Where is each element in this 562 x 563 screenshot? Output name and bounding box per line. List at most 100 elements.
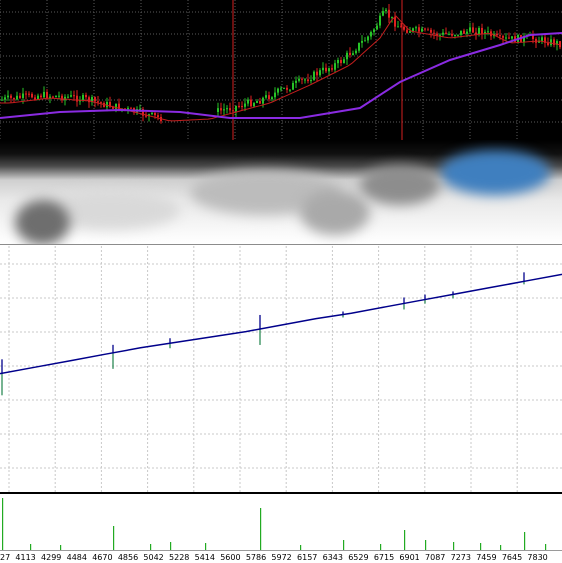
candle-body [43, 91, 45, 98]
candle-body [541, 37, 543, 42]
candle-body [58, 95, 60, 97]
candle-body [502, 36, 504, 38]
candle-body [37, 95, 39, 100]
candle-body [292, 82, 294, 90]
moving-average-slow [0, 32, 562, 119]
x-axis-tick-label: 7273 [450, 553, 471, 562]
candle-body [52, 96, 54, 98]
volume-chart-panel[interactable] [0, 494, 562, 550]
smudge-blob [300, 190, 370, 235]
candle-body [334, 63, 336, 70]
candle-body [289, 89, 291, 91]
candle-body [34, 97, 36, 100]
candle-body [496, 33, 498, 36]
candle-body [25, 93, 27, 95]
candle-body [130, 107, 132, 109]
candle-body [370, 31, 372, 37]
candle-body [430, 29, 432, 33]
candle-body [478, 27, 480, 35]
candle-body [253, 103, 255, 107]
x-axis-tick-label: 5228 [169, 553, 190, 562]
price-chart-panel[interactable] [0, 0, 562, 140]
candle-body [505, 37, 507, 39]
candle-body [145, 115, 147, 117]
candle-body [328, 68, 330, 72]
candle-body [364, 40, 366, 42]
smudge-blob [440, 150, 550, 195]
candle-body [244, 103, 246, 107]
candle-body [487, 31, 489, 33]
candle-body [355, 50, 357, 54]
candle-body [409, 31, 411, 33]
candle-body [73, 95, 75, 97]
volume-bar [524, 532, 526, 550]
candle-body [61, 95, 63, 101]
candle-body [367, 36, 369, 41]
candle-body [307, 79, 309, 82]
candle-body [550, 39, 552, 46]
candle-body [301, 78, 303, 80]
x-axis-tick-label: 5600 [220, 553, 241, 562]
candle-body [511, 36, 513, 39]
candle-body [28, 93, 30, 95]
candle-body [10, 95, 12, 98]
candle-body [337, 59, 339, 64]
candle-body [238, 105, 240, 107]
candle-body [262, 97, 264, 104]
x-axis-tick-label: 6529 [348, 553, 369, 562]
candle-body [19, 95, 21, 98]
candle-body [466, 31, 468, 34]
candle-body [442, 32, 444, 35]
smudge-blob [360, 165, 440, 205]
equity-chart-panel[interactable] [0, 246, 562, 492]
candle-body [499, 35, 501, 37]
candle-body [265, 95, 267, 98]
candle-body [22, 93, 24, 98]
candle-body [256, 101, 258, 104]
candle-body [391, 16, 393, 18]
candle-body [304, 79, 306, 81]
candle-body [340, 59, 342, 64]
candle-body [559, 41, 561, 48]
candle-body [4, 97, 6, 100]
candle-body [94, 97, 96, 102]
candle-body [232, 110, 234, 112]
candle-body [268, 95, 270, 100]
candle-body [313, 71, 315, 81]
candle-body [1, 99, 3, 101]
volume-bar [260, 508, 262, 550]
candle-body [40, 95, 42, 98]
candle-body [322, 67, 324, 71]
candle-body [427, 29, 429, 31]
candle-body [508, 37, 510, 39]
candle-body [448, 33, 450, 35]
x-axis-tick-label: 7830 [527, 553, 548, 562]
x-axis-tick-label: 4113 [15, 553, 36, 562]
x-axis-tick-label: 4856 [117, 553, 139, 562]
candle-body [472, 27, 474, 33]
x-axis-tick-label: 5972 [271, 553, 292, 562]
volume-bar [425, 540, 427, 550]
candle-body [451, 33, 453, 36]
candle-body [70, 95, 72, 97]
candle-body [379, 15, 381, 26]
candle-body [151, 112, 153, 115]
candle-body [31, 93, 33, 98]
volume-bar [170, 542, 172, 550]
candle-body [298, 78, 300, 81]
candle-body [13, 97, 15, 100]
candle-body [388, 9, 390, 18]
volume-bar [2, 498, 4, 550]
price-chart [0, 0, 562, 140]
candle-body [352, 53, 354, 56]
candle-body [82, 94, 84, 100]
candle-body [382, 11, 384, 16]
candle-body [397, 26, 399, 28]
candle-body [67, 96, 69, 98]
candle-body [16, 95, 18, 100]
candle-body [424, 28, 426, 30]
smudge-blob [15, 200, 70, 244]
candle-body [283, 87, 285, 89]
volume-bar [113, 526, 115, 550]
equity-line [0, 273, 562, 375]
